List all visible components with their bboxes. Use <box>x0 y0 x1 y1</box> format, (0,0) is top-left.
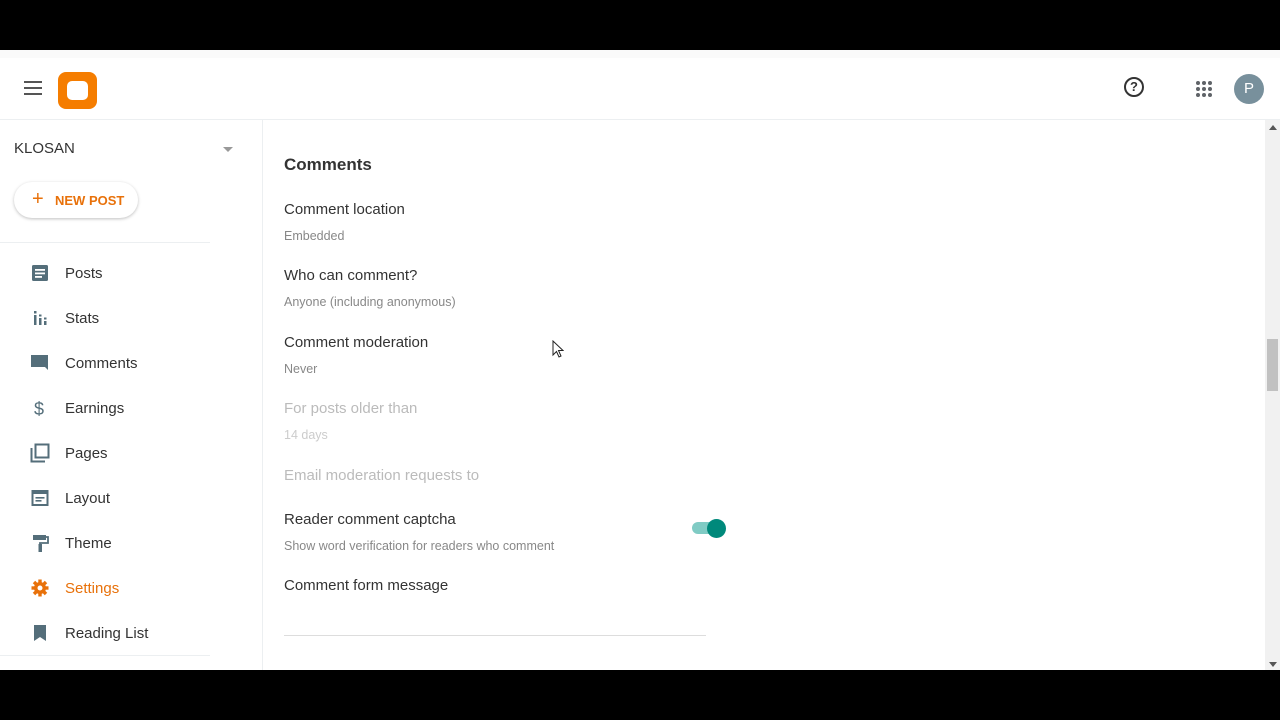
top-bar: ? P <box>0 58 1280 120</box>
new-post-label: NEW POST <box>55 193 125 208</box>
sidebar-item-label: Settings <box>65 580 120 597</box>
divider <box>0 655 210 656</box>
setting-label: Comment form message <box>284 577 449 594</box>
layout-icon <box>31 490 49 506</box>
divider <box>284 635 706 636</box>
setting-label: Comment location <box>284 201 405 218</box>
captcha-toggle[interactable] <box>691 518 727 538</box>
sidebar-item-label: Layout <box>65 490 111 507</box>
scroll-down-arrow-icon[interactable] <box>1269 662 1277 667</box>
setting-label: Who can comment? <box>284 267 418 284</box>
section-title: Comments <box>284 155 372 174</box>
setting-label: For posts older than <box>284 400 418 417</box>
sidebar-item-stats[interactable]: Stats <box>0 298 210 338</box>
comments-icon <box>31 355 48 370</box>
scrollbar[interactable] <box>1265 120 1280 670</box>
mouse-cursor-icon <box>552 340 564 358</box>
bookmark-icon <box>34 625 46 641</box>
svg-text:$: $ <box>34 399 44 418</box>
dollar-icon: $ <box>34 399 44 418</box>
scroll-thumb[interactable] <box>1267 339 1278 391</box>
apps-grid-icon[interactable] <box>1196 81 1212 97</box>
avatar[interactable]: P <box>1234 74 1264 104</box>
setting-posts-older-than[interactable]: For posts older than 14 days <box>284 400 706 442</box>
sidebar-item-layout[interactable]: Layout <box>0 478 210 518</box>
toggle-thumb <box>707 519 726 538</box>
setting-comment-moderation[interactable]: Comment moderation Never <box>284 334 706 376</box>
divider <box>0 242 210 243</box>
stats-icon <box>34 311 47 325</box>
sidebar-item-reading-list[interactable]: Reading List <box>0 613 210 653</box>
setting-comment-form-message[interactable]: Comment form message <box>284 577 706 594</box>
setting-reader-captcha[interactable]: Reader comment captcha Show word verific… <box>284 511 726 553</box>
new-post-button[interactable]: + NEW POST <box>14 182 138 218</box>
menu-icon[interactable] <box>24 81 42 95</box>
paint-roller-icon <box>33 535 49 552</box>
scroll-up-arrow-icon[interactable] <box>1269 125 1277 130</box>
sidebar-item-label: Earnings <box>65 400 125 417</box>
setting-value: Embedded <box>284 229 345 243</box>
blogger-app: ? P KLOSAN + NEW POST Posts Stats Commen… <box>0 50 1280 670</box>
plus-icon: + <box>32 188 44 210</box>
setting-who-can-comment[interactable]: Who can comment? Anyone (including anony… <box>284 267 706 309</box>
sidebar-item-settings[interactable]: Settings <box>0 568 210 608</box>
sidebar-item-label: Pages <box>65 445 108 462</box>
setting-label: Email moderation requests to <box>284 467 480 484</box>
sidebar-item-label: Reading List <box>65 625 149 642</box>
sidebar: KLOSAN + NEW POST Posts Stats Comments $… <box>0 120 263 670</box>
sidebar-item-label: Stats <box>65 310 100 327</box>
settings-content: Comments Comment location Embedded Who c… <box>263 120 1265 670</box>
setting-value: Anyone (including anonymous) <box>284 295 456 309</box>
sidebar-item-label: Comments <box>65 355 138 372</box>
sidebar-item-label: Theme <box>65 535 112 552</box>
setting-value: 14 days <box>284 428 328 442</box>
sidebar-item-theme[interactable]: Theme <box>0 523 210 563</box>
setting-comment-location[interactable]: Comment location Embedded <box>284 201 706 243</box>
blog-selector-name[interactable]: KLOSAN <box>14 140 75 157</box>
sidebar-item-posts[interactable]: Posts <box>0 253 210 293</box>
pages-icon <box>30 443 50 463</box>
sidebar-item-earnings[interactable]: $ Earnings <box>0 388 210 428</box>
gear-icon <box>31 579 49 597</box>
posts-icon <box>32 265 48 281</box>
sidebar-item-pages[interactable]: Pages <box>0 433 210 473</box>
setting-email-moderation[interactable]: Email moderation requests to <box>284 467 706 484</box>
setting-value: Show word verification for readers who c… <box>284 539 555 553</box>
setting-value: Never <box>284 362 318 376</box>
setting-label: Comment moderation <box>284 334 429 351</box>
blogger-logo[interactable] <box>58 72 97 109</box>
sidebar-item-comments[interactable]: Comments <box>0 343 210 383</box>
chevron-down-icon[interactable] <box>223 147 233 152</box>
setting-label: Reader comment captcha <box>284 511 456 528</box>
help-icon[interactable]: ? <box>1124 77 1144 97</box>
sidebar-item-label: Posts <box>65 265 103 282</box>
